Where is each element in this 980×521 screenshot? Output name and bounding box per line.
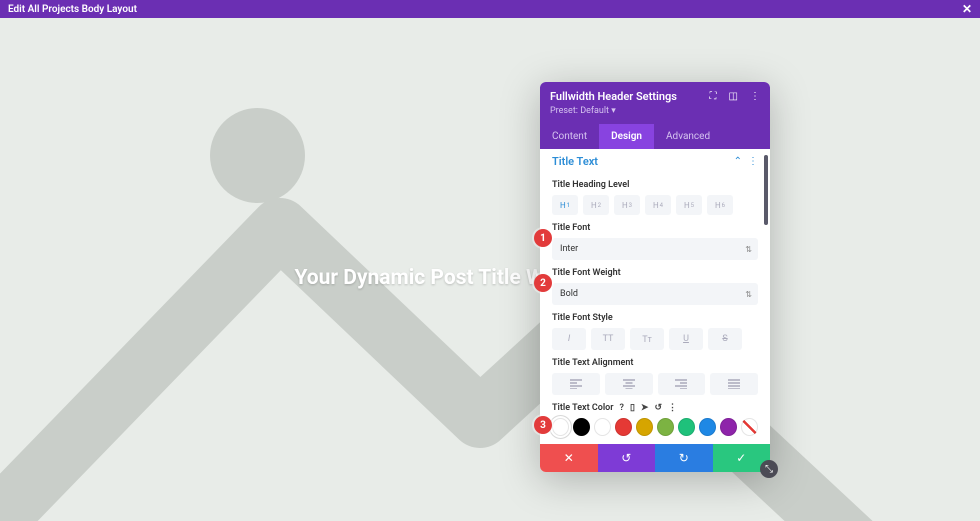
cancel-button[interactable]: ✕ [540, 444, 598, 472]
color-swatch-blue[interactable] [699, 418, 716, 436]
color-swatch-selected[interactable] [552, 418, 569, 436]
more-icon[interactable]: ⋮ [668, 403, 677, 413]
section-menu-icon[interactable]: ⋮ [748, 156, 758, 167]
panel-header[interactable]: Fullwidth Header Settings ⛶ ◫ ⋮ Preset: … [540, 82, 770, 124]
title-font-select[interactable]: Inter ⇅ [552, 238, 758, 260]
cursor-icon[interactable]: ➤ [641, 403, 649, 413]
title-font-label: Title Font [552, 223, 758, 233]
font-style-smallcaps[interactable]: Tᴛ [630, 328, 664, 350]
top-title: Edit All Projects Body Layout [8, 4, 137, 15]
title-font-style-label: Title Font Style [552, 313, 758, 323]
chevron-updown-icon: ⇅ [745, 245, 752, 254]
align-justify[interactable] [710, 373, 758, 395]
section-title-text[interactable]: Title Text ⌃ ⋮ [552, 149, 758, 172]
font-style-uppercase[interactable]: TT [591, 328, 625, 350]
heading-level-h1[interactable]: H1 [552, 195, 578, 215]
annotation-badge-1: 1 [534, 229, 552, 247]
menu-dots-icon[interactable]: ⋮ [750, 91, 760, 102]
title-font-weight-label: Title Font Weight [552, 268, 758, 278]
heading-level-h6[interactable]: H6 [707, 195, 733, 215]
placeholder-circle [210, 108, 305, 203]
color-swatches [552, 418, 758, 436]
font-style-underline[interactable]: U [669, 328, 703, 350]
settings-panel: Fullwidth Header Settings ⛶ ◫ ⋮ Preset: … [540, 82, 770, 472]
heading-level-group: H1 H2 H3 H4 H5 H6 [552, 195, 758, 215]
align-left[interactable] [552, 373, 600, 395]
color-swatch-white[interactable] [594, 418, 611, 436]
align-right[interactable] [658, 373, 706, 395]
color-swatch-green[interactable] [678, 418, 695, 436]
title-text-color-label: Title Text Color [552, 403, 614, 413]
redo-button[interactable]: ↻ [655, 444, 713, 472]
section-title-label: Title Text [552, 155, 598, 168]
help-icon[interactable]: ? [620, 403, 624, 413]
heading-level-h5[interactable]: H5 [676, 195, 702, 215]
text-alignment-group [552, 373, 758, 395]
hero-dynamic-title: Your Dynamic Post Title Will Display Her… [0, 266, 980, 290]
canvas-area: Your Dynamic Post Title Will Display Her… [0, 18, 980, 521]
title-font-weight-value: Bold [560, 289, 578, 299]
panel-footer: ✕ ↺ ↻ ✓ [540, 444, 770, 472]
mobile-icon[interactable]: ▯ [630, 403, 635, 413]
undo-button[interactable]: ↺ [598, 444, 656, 472]
collapse-icon[interactable]: ⌃ [734, 156, 742, 167]
heading-level-h4[interactable]: H4 [645, 195, 671, 215]
color-swatch-none[interactable] [741, 418, 758, 436]
columns-icon[interactable]: ◫ [729, 91, 738, 102]
font-style-italic[interactable]: I [552, 328, 586, 350]
color-swatch-yellow[interactable] [636, 418, 653, 436]
tab-content[interactable]: Content [540, 124, 599, 149]
resize-handle[interactable]: ⤡ [760, 460, 778, 478]
align-center[interactable] [605, 373, 653, 395]
title-heading-level-label: Title Heading Level [552, 180, 758, 190]
color-swatch-red[interactable] [615, 418, 632, 436]
close-icon[interactable]: ✕ [962, 2, 972, 16]
annotation-badge-2: 2 [534, 274, 552, 292]
heading-level-h3[interactable]: H3 [614, 195, 640, 215]
panel-title: Fullwidth Header Settings [550, 90, 677, 103]
panel-tabs: Content Design Advanced [540, 124, 770, 149]
color-swatch-lime[interactable] [657, 418, 674, 436]
title-font-weight-select[interactable]: Bold ⇅ [552, 283, 758, 305]
color-swatch-black[interactable] [573, 418, 590, 436]
chevron-updown-icon: ⇅ [745, 290, 752, 299]
panel-body: Title Text ⌃ ⋮ Title Heading Level H1 H2… [540, 149, 770, 444]
expand-icon[interactable]: ⛶ [710, 91, 717, 102]
scrollbar[interactable] [764, 155, 768, 225]
font-style-group: I TT Tᴛ U S [552, 328, 758, 350]
tab-advanced[interactable]: Advanced [654, 124, 722, 149]
heading-level-h2[interactable]: H2 [583, 195, 609, 215]
tab-design[interactable]: Design [599, 124, 654, 149]
title-font-value: Inter [560, 244, 578, 254]
title-text-color-row: Title Text Color ? ▯ ➤ ↺ ⋮ [552, 403, 758, 413]
top-header-bar: Edit All Projects Body Layout ✕ [0, 0, 980, 18]
title-text-alignment-label: Title Text Alignment [552, 358, 758, 368]
preset-selector[interactable]: Preset: Default ▾ [550, 106, 760, 116]
reset-icon[interactable]: ↺ [654, 403, 662, 413]
color-swatch-purple[interactable] [720, 418, 737, 436]
annotation-badge-3: 3 [534, 416, 552, 434]
font-style-strike[interactable]: S [708, 328, 742, 350]
